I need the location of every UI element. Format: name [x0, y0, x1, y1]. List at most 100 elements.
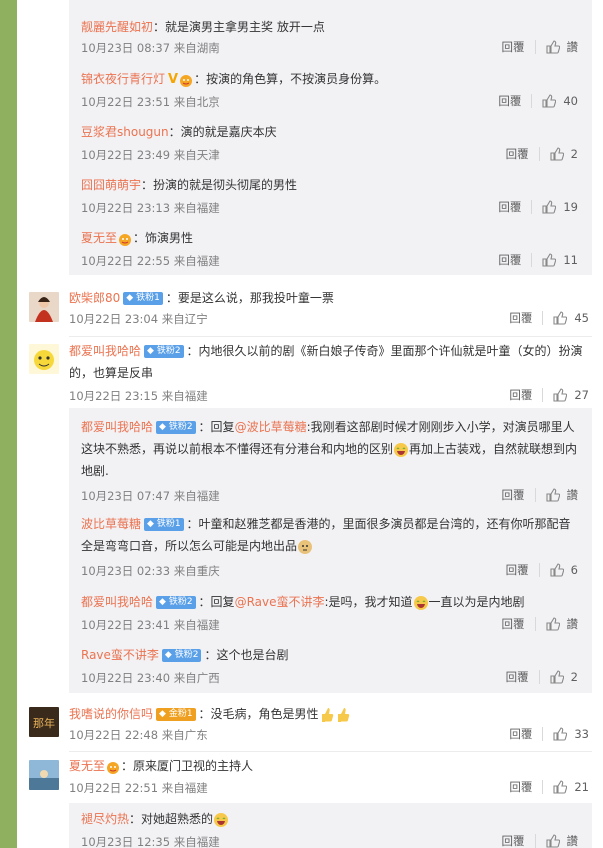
fan-level-badge: ◆ 铁粉1 — [144, 518, 184, 531]
separator: ： — [133, 231, 146, 245]
divider — [534, 40, 536, 54]
like-count[interactable]: 讚 — [567, 616, 579, 632]
list-item: 锦衣夜行青行灯 V ：按演的角色算，不按演员身份算。 10月22日 23:51 来自… — [69, 64, 592, 117]
reply-block: 褪尽灼热：对她超熟悉的 10月23日 12:35 来自福建 回覆 讚 — [69, 803, 592, 848]
reply-prefix: ：回复 — [198, 595, 235, 609]
reply-button[interactable]: 回覆 — [506, 146, 529, 162]
timestamp: 10月23日 02:33 来自重庆 — [81, 564, 220, 578]
thumbs-up-icon[interactable] — [553, 311, 568, 325]
thumbs-up-icon[interactable] — [545, 488, 560, 502]
reply-button[interactable]: 回覆 — [502, 833, 525, 848]
username-link[interactable]: 锦衣夜行青行灯 — [81, 72, 165, 86]
timestamp: 10月22日 23:49 来自天津 — [81, 148, 220, 162]
avatar[interactable] — [29, 344, 59, 374]
fan-badge-icon — [180, 74, 193, 87]
fan-badge-icon — [107, 761, 120, 774]
like-count[interactable]: 11 — [563, 253, 578, 267]
timestamp: 10月22日 22:51 来自福建 — [69, 781, 208, 795]
like-count[interactable]: 讚 — [567, 487, 579, 503]
list-item: 豆浆君shougun：演的就是嘉庆本庆 10月22日 23:49 来自天津 回覆… — [69, 117, 592, 170]
thumbs-up-icon[interactable] — [550, 147, 564, 161]
comment-item: 都爱叫我哈哈 ◆ 铁粉2 ：内地很久以前的剧《新白娘子传奇》里面那个许仙就是叶童（女… — [17, 338, 603, 406]
list-item: 都爱叫我哈哈 ◆ 铁粉2 ：回复@Rave蛮不讲李:是吗，我才知道 一直以为是内地剧 … — [69, 586, 592, 639]
username-link[interactable]: 都爱叫我哈哈 — [69, 344, 141, 358]
username-link[interactable]: 靓麗先醒如初 — [81, 20, 153, 34]
like-count[interactable]: 40 — [563, 94, 578, 108]
username-link[interactable]: 波比草莓糖 — [81, 517, 141, 531]
divider — [542, 727, 544, 741]
fan-level-badge: ◆ 铁粉2 — [144, 345, 184, 358]
like-count[interactable]: 19 — [563, 200, 578, 214]
reply-block: 都爱叫我哈哈 ◆ 铁粉2 ：回复@波比草莓糖:我刚看这部剧时候才刚刚步入小学，对演员… — [69, 408, 592, 693]
list-item: 靓麗先醒如初：就是演男主拿男主奖 放开一点 10月23日 08:37 来自湖南 … — [69, 0, 592, 64]
thumbs-up-icon[interactable] — [553, 727, 568, 741]
username-link[interactable]: 都爱叫我哈哈 — [81, 420, 153, 434]
username-link[interactable]: 夏无至 — [69, 759, 105, 773]
username-link[interactable]: 豆浆君shougun — [81, 125, 169, 139]
divider — [531, 200, 533, 214]
thumbs-up-icon[interactable] — [550, 670, 564, 684]
like-count[interactable]: 2 — [571, 670, 578, 684]
reply-button[interactable]: 回覆 — [506, 669, 529, 685]
comment-item: 夏无至 ：原来厦门卫视的主持人 10月22日 22:51 来自福建 回覆 21 — [17, 753, 603, 800]
like-count[interactable]: 27 — [574, 388, 589, 402]
reply-button[interactable]: 回覆 — [509, 387, 532, 403]
fan-level-badge: ◆ 铁粉2 — [156, 596, 196, 609]
reply-button[interactable]: 回覆 — [502, 39, 525, 55]
list-item: 褪尽灼热：对她超熟悉的 10月23日 12:35 来自福建 回覆 讚 — [69, 803, 592, 848]
thumbs-up-icon[interactable] — [545, 40, 560, 54]
username-link[interactable]: 欧柴郎80 — [69, 291, 120, 305]
username-link[interactable]: 我嗜说的你信吗 — [69, 707, 153, 721]
separator: ： — [141, 178, 154, 192]
avatar[interactable] — [29, 292, 59, 322]
thumbs-up-icon[interactable] — [545, 617, 560, 631]
like-count[interactable]: 2 — [571, 147, 578, 161]
like-count[interactable]: 讚 — [567, 833, 579, 848]
thumbs-up-icon[interactable] — [542, 253, 557, 267]
reply-button[interactable]: 回覆 — [498, 199, 521, 215]
left-sidebar-strip — [0, 0, 17, 848]
svg-text:那年: 那年 — [33, 716, 55, 730]
thumbs-up-icon[interactable] — [550, 563, 564, 577]
like-count[interactable]: 讚 — [567, 39, 579, 55]
like-count[interactable]: 21 — [574, 780, 589, 794]
like-count[interactable]: 33 — [574, 727, 589, 741]
timestamp: 10月23日 08:37 来自湖南 — [81, 41, 220, 55]
reply-button[interactable]: 回覆 — [498, 252, 521, 268]
username-link[interactable]: Rave蛮不讲李 — [81, 648, 159, 662]
reply-button[interactable]: 回覆 — [509, 779, 532, 795]
thumbs-up-icon[interactable] — [545, 834, 560, 848]
divider — [542, 388, 544, 402]
reply-button[interactable]: 回覆 — [502, 487, 525, 503]
divider — [69, 336, 592, 337]
reply-button[interactable]: 回覆 — [498, 93, 521, 109]
reply-button[interactable]: 回覆 — [502, 616, 525, 632]
username-link[interactable]: 夏无至 — [81, 231, 117, 245]
fan-level-badge: ◆ 铁粉1 — [123, 292, 163, 305]
like-count[interactable]: 45 — [574, 311, 589, 325]
thumbs-up-icon[interactable] — [553, 388, 568, 402]
reply-button[interactable]: 回覆 — [509, 310, 532, 326]
comment-text: 一直以为是内地剧 — [428, 595, 525, 609]
username-link[interactable]: 都爱叫我哈哈 — [81, 595, 153, 609]
thumbs-up-icon[interactable] — [553, 780, 568, 794]
username-link[interactable]: 褪尽灼热 — [81, 812, 129, 826]
reply-button[interactable]: 回覆 — [509, 726, 532, 742]
separator: ： — [168, 125, 181, 139]
comment-text: ：要是这么说，那我投叶童一票 — [165, 291, 334, 305]
avatar[interactable] — [29, 760, 59, 790]
thumbs-up-icon[interactable] — [542, 200, 557, 214]
timestamp: 10月22日 23:15 来自福建 — [69, 389, 208, 403]
fan-badge-icon — [119, 233, 132, 246]
avatar[interactable]: 那年 — [29, 707, 59, 737]
timestamp: 10月22日 23:04 来自辽宁 — [69, 312, 208, 326]
mention-link[interactable]: @Rave蛮不讲李 — [235, 595, 325, 609]
thumbs-up-icon[interactable] — [542, 94, 557, 108]
fan-level-badge: ◆ 铁粉2 — [161, 649, 202, 662]
username-link[interactable]: 囧囧萌萌宇 — [81, 178, 141, 192]
like-count[interactable]: 6 — [571, 563, 578, 577]
vip-v-icon: V — [168, 72, 179, 87]
reply-button[interactable]: 回覆 — [506, 562, 529, 578]
divider — [69, 751, 592, 752]
mention-link[interactable]: @波比草莓糖 — [235, 420, 307, 434]
